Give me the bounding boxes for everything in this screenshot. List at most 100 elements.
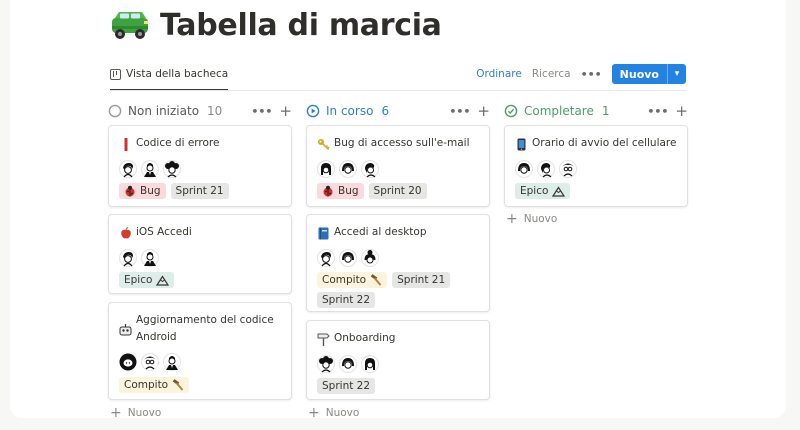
- card-onboarding[interactable]: Onboarding Sprint 22: [306, 320, 490, 400]
- column-in-progress: In corso 6 ••• + Bug di accesso sull'e-m…: [306, 100, 490, 420]
- avatar-dark-hair[interactable]: [119, 353, 137, 371]
- avatar-glasses[interactable]: [141, 353, 159, 371]
- tag-label: Epico: [520, 185, 549, 197]
- avatar-round-hair[interactable]: [339, 249, 357, 267]
- empty-circle-icon: [108, 104, 122, 118]
- avatar-round-hair[interactable]: [515, 160, 533, 178]
- column-name: Non iniziato: [128, 104, 200, 118]
- avatar-curly-hair[interactable]: [317, 355, 335, 373]
- card-tags: Bug Sprint 20: [317, 183, 483, 199]
- tag-epic[interactable]: Epico: [119, 272, 175, 288]
- column-name: Completare: [524, 104, 594, 118]
- tag-sprint[interactable]: Sprint 22: [317, 292, 376, 308]
- tag-sprint[interactable]: Sprint 21: [392, 272, 451, 288]
- page-header: Tabella di marcia: [110, 4, 442, 46]
- hammer-icon: [370, 274, 382, 286]
- card-ios-login[interactable]: iOS Accedi Epico: [108, 214, 292, 294]
- avatar-round-hair[interactable]: [339, 160, 357, 178]
- column-new-button[interactable]: + Nuovo: [506, 212, 557, 226]
- column-count: 6: [381, 104, 390, 118]
- plus-icon: +: [308, 405, 320, 421]
- new-label: Nuovo: [127, 407, 162, 419]
- hammer-icon: [172, 379, 184, 391]
- card-tags: Epico: [515, 183, 681, 199]
- red-bar-icon: [119, 135, 132, 152]
- card-assignees: [317, 160, 379, 178]
- play-circle-icon: [306, 104, 320, 118]
- avatar-woman-ponytail[interactable]: [119, 249, 137, 267]
- ladybug-icon: [125, 185, 135, 197]
- tab-board-view[interactable]: Vista della bacheca: [110, 60, 229, 91]
- column-new-button[interactable]: + Nuovo: [110, 406, 161, 420]
- avatar-long-hair[interactable]: [361, 355, 379, 373]
- mountain-icon: [156, 274, 170, 286]
- avatar-bun-hair[interactable]: [361, 249, 379, 267]
- avatar-woman-ponytail[interactable]: [317, 249, 335, 267]
- tag-epic[interactable]: Epico: [515, 183, 571, 199]
- card-error-code[interactable]: Codice di errore Bug Sprint 21: [108, 125, 292, 207]
- column-count: 10: [207, 104, 223, 118]
- card-title: iOS Accedi: [136, 226, 192, 238]
- column-add-icon[interactable]: +: [675, 103, 688, 119]
- column-more-icon[interactable]: •••: [647, 105, 668, 118]
- card-assignees: [119, 249, 159, 267]
- card-tags: Sprint 22: [317, 378, 483, 394]
- tag-label: Compito: [322, 274, 367, 286]
- tag-task[interactable]: Compito: [119, 377, 190, 393]
- card-title: Accedi al desktop: [334, 226, 427, 238]
- avatar-man-suit[interactable]: [141, 160, 159, 178]
- column-not-started: Non iniziato 10 ••• + Codice di errore B…: [108, 100, 292, 420]
- search-button[interactable]: Ricerca: [532, 68, 571, 80]
- plus-icon: +: [110, 405, 122, 421]
- view-toolbar: Vista della bacheca Ordinare Ricerca •••…: [110, 60, 686, 91]
- card-title: Bug di accesso sull'e-mail: [334, 137, 470, 149]
- tag-sprint[interactable]: Sprint 20: [368, 183, 427, 199]
- chevron-down-icon[interactable]: ▾: [667, 64, 686, 84]
- avatar-side-hair[interactable]: [361, 160, 379, 178]
- tag-sprint[interactable]: Sprint 22: [317, 378, 376, 394]
- apple-icon: [119, 224, 132, 241]
- key-icon: [317, 135, 330, 152]
- new-button[interactable]: Nuovo ▾: [611, 64, 686, 84]
- card-title: Onboarding: [334, 332, 396, 344]
- new-button-label: Nuovo: [619, 67, 659, 81]
- tag-label: Bug: [338, 185, 359, 197]
- robot-icon: [119, 312, 132, 346]
- plus-icon: +: [506, 211, 518, 227]
- new-label: Nuovo: [523, 213, 558, 225]
- tag-label: Bug: [140, 185, 161, 197]
- car-icon[interactable]: [110, 9, 150, 41]
- tag-sprint[interactable]: Sprint 21: [170, 183, 229, 199]
- column-add-icon[interactable]: +: [279, 103, 292, 119]
- avatar-round-hair[interactable]: [339, 355, 357, 373]
- column-more-icon[interactable]: •••: [449, 105, 470, 118]
- card-android-update[interactable]: Aggiornamento del codice Android Compito: [108, 302, 292, 400]
- tag-bug[interactable]: Bug: [317, 183, 364, 199]
- tag-label: Compito: [124, 379, 169, 391]
- tag-task[interactable]: Compito: [317, 272, 388, 288]
- avatar-curly-hair[interactable]: [163, 160, 181, 178]
- card-assignees: [317, 355, 379, 373]
- avatar-glasses[interactable]: [559, 160, 577, 178]
- card-email-login-bug[interactable]: Bug di accesso sull'e-mail Bug Sprint 20: [306, 125, 490, 207]
- card-title: Aggiornamento del codice Android: [136, 314, 274, 343]
- card-desktop-login[interactable]: Accedi al desktop Compito Sprint 21 Spri…: [306, 214, 490, 312]
- card-tags: Compito: [119, 377, 285, 393]
- avatar-woman-ponytail[interactable]: [119, 160, 137, 178]
- column-add-icon[interactable]: +: [477, 103, 490, 119]
- tag-bug[interactable]: Bug: [119, 183, 166, 199]
- mobile-phone-icon: [515, 135, 528, 152]
- avatar-side-hair[interactable]: [537, 160, 555, 178]
- avatar-man-suit[interactable]: [163, 353, 181, 371]
- divider: [110, 90, 686, 91]
- avatar-long-hair[interactable]: [317, 160, 335, 178]
- column-new-button[interactable]: + Nuovo: [308, 406, 359, 420]
- column-more-icon[interactable]: •••: [251, 105, 272, 118]
- more-options-icon[interactable]: •••: [581, 68, 602, 81]
- avatar-man-suit[interactable]: [141, 249, 159, 267]
- sort-button[interactable]: Ordinare: [476, 68, 522, 80]
- card-tags: Bug Sprint 21: [119, 183, 285, 199]
- tab-board-view-label: Vista della bacheca: [126, 68, 229, 80]
- tag-label: Epico: [124, 274, 153, 286]
- card-mobile-startup[interactable]: Orario di avvio del cellulare Epico: [504, 125, 688, 207]
